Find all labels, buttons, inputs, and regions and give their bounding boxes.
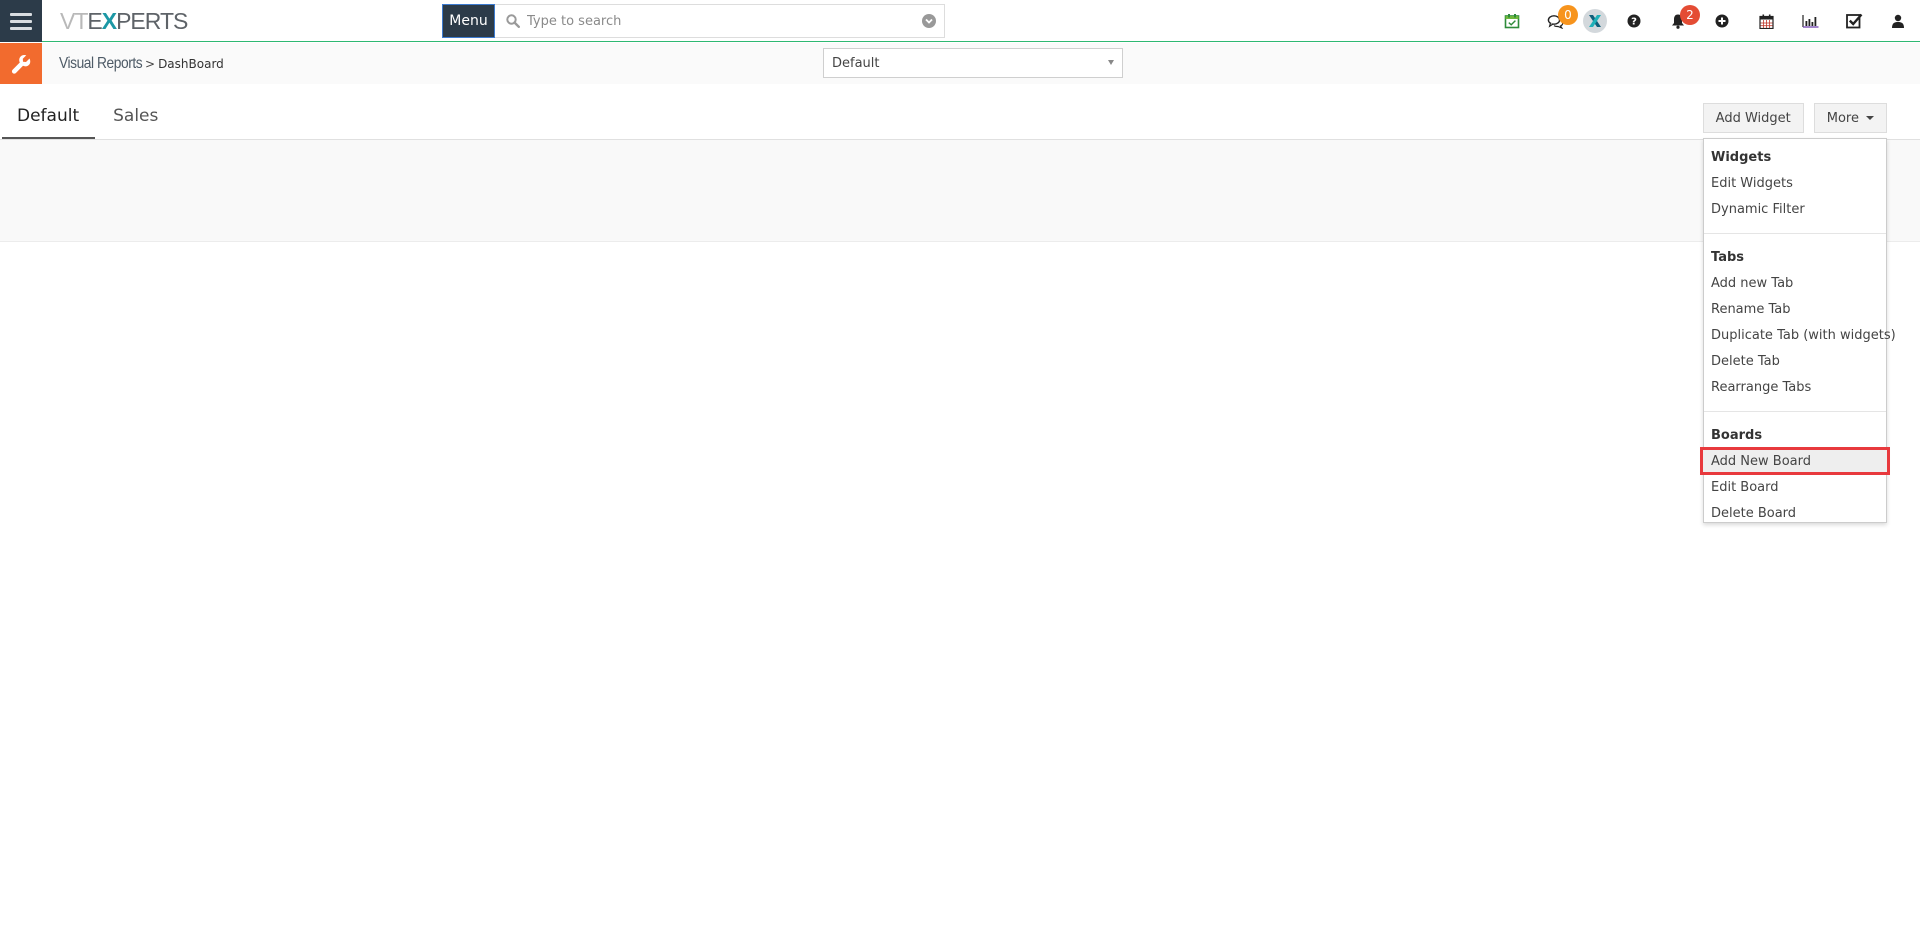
menu-item-add-new-tab[interactable]: Add new Tab xyxy=(1704,270,1886,296)
hamburger-menu-icon[interactable] xyxy=(0,0,42,42)
chat-icon[interactable]: 0 xyxy=(1534,0,1578,42)
svg-text:?: ? xyxy=(1631,17,1637,28)
board-select-value: Default xyxy=(832,55,880,71)
vtexperts-x-icon[interactable] xyxy=(1578,0,1612,42)
menu-divider xyxy=(1704,233,1886,234)
user-profile-icon[interactable] xyxy=(1876,0,1920,42)
global-search xyxy=(495,4,945,38)
more-dropdown-menu: Widgets Edit Widgets Dynamic Filter Tabs… xyxy=(1700,138,1896,526)
notifications-badge: 2 xyxy=(1680,5,1700,25)
menu-item-rename-tab[interactable]: Rename Tab xyxy=(1704,296,1886,322)
logo-text-e: E xyxy=(87,8,102,34)
caret-down-icon xyxy=(1108,60,1114,65)
search-options-chevron-icon[interactable] xyxy=(914,14,944,28)
menu-item-edit-board[interactable]: Edit Board xyxy=(1704,474,1886,500)
menu-divider xyxy=(1704,411,1886,412)
more-label: More xyxy=(1826,110,1859,126)
quick-create-plus-icon[interactable] xyxy=(1700,0,1744,42)
reports-chart-icon[interactable] xyxy=(1788,0,1832,42)
menu-section-tabs: Tabs xyxy=(1711,249,1745,265)
chat-badge: 0 xyxy=(1558,5,1578,25)
notifications-bell-icon[interactable]: 2 xyxy=(1656,0,1700,42)
wrench-icon[interactable] xyxy=(0,43,42,84)
more-button[interactable]: More xyxy=(1813,103,1887,133)
logo-text-vt: VT xyxy=(60,8,88,34)
tab-sales[interactable]: Sales xyxy=(95,95,175,140)
menu-button[interactable]: Menu xyxy=(442,4,495,38)
calendar-icon[interactable] xyxy=(1744,0,1788,42)
vtexperts-logo[interactable]: VTEXPERTS xyxy=(60,8,188,34)
tasks-checkbox-icon[interactable] xyxy=(1832,0,1876,42)
breadcrumb-module-link[interactable]: Visual Reports xyxy=(59,55,143,73)
menu-item-delete-board[interactable]: Delete Board xyxy=(1704,500,1886,526)
dashboard-tabs: Default Sales xyxy=(0,95,175,140)
search-icon xyxy=(499,14,527,28)
breadcrumb-separator: > xyxy=(145,56,156,71)
add-widget-button[interactable]: Add Widget xyxy=(1702,103,1804,133)
menu-section-widgets: Widgets xyxy=(1711,149,1772,165)
module-bar: Visual Reports > DashBoard Default xyxy=(0,43,1920,84)
board-select[interactable]: Default xyxy=(823,48,1123,78)
calendar-check-icon[interactable] xyxy=(1490,0,1534,42)
search-input[interactable] xyxy=(527,13,914,29)
add-widget-label: Add Widget xyxy=(1715,110,1791,126)
menu-section-boards: Boards xyxy=(1711,427,1763,443)
menu-item-add-new-board[interactable]: Add New Board xyxy=(1700,447,1890,475)
header-icon-toolbar: 0 ? 2 xyxy=(1490,0,1920,42)
breadcrumb-current-page: DashBoard xyxy=(158,56,224,71)
logo-text-x: X xyxy=(101,8,117,34)
logo-text-perts: PERTS xyxy=(116,8,188,34)
menu-item-dynamic-filter[interactable]: Dynamic Filter xyxy=(1704,196,1886,222)
top-navigation-bar: VTEXPERTS Menu 0 ? 2 xyxy=(0,0,1920,42)
menu-item-edit-widgets[interactable]: Edit Widgets xyxy=(1704,170,1886,196)
menu-item-delete-tab[interactable]: Delete Tab xyxy=(1704,348,1886,374)
tab-content-area xyxy=(0,139,1920,242)
breadcrumb: Visual Reports > DashBoard xyxy=(59,43,224,84)
tab-default[interactable]: Default xyxy=(2,95,96,140)
caret-down-icon xyxy=(1866,116,1874,120)
help-icon[interactable]: ? xyxy=(1612,0,1656,42)
tab-actions: Add Widget More xyxy=(1702,103,1887,133)
menu-item-rearrange-tabs[interactable]: Rearrange Tabs xyxy=(1704,374,1886,400)
menu-item-duplicate-tab[interactable]: Duplicate Tab (with widgets) xyxy=(1704,322,1896,348)
